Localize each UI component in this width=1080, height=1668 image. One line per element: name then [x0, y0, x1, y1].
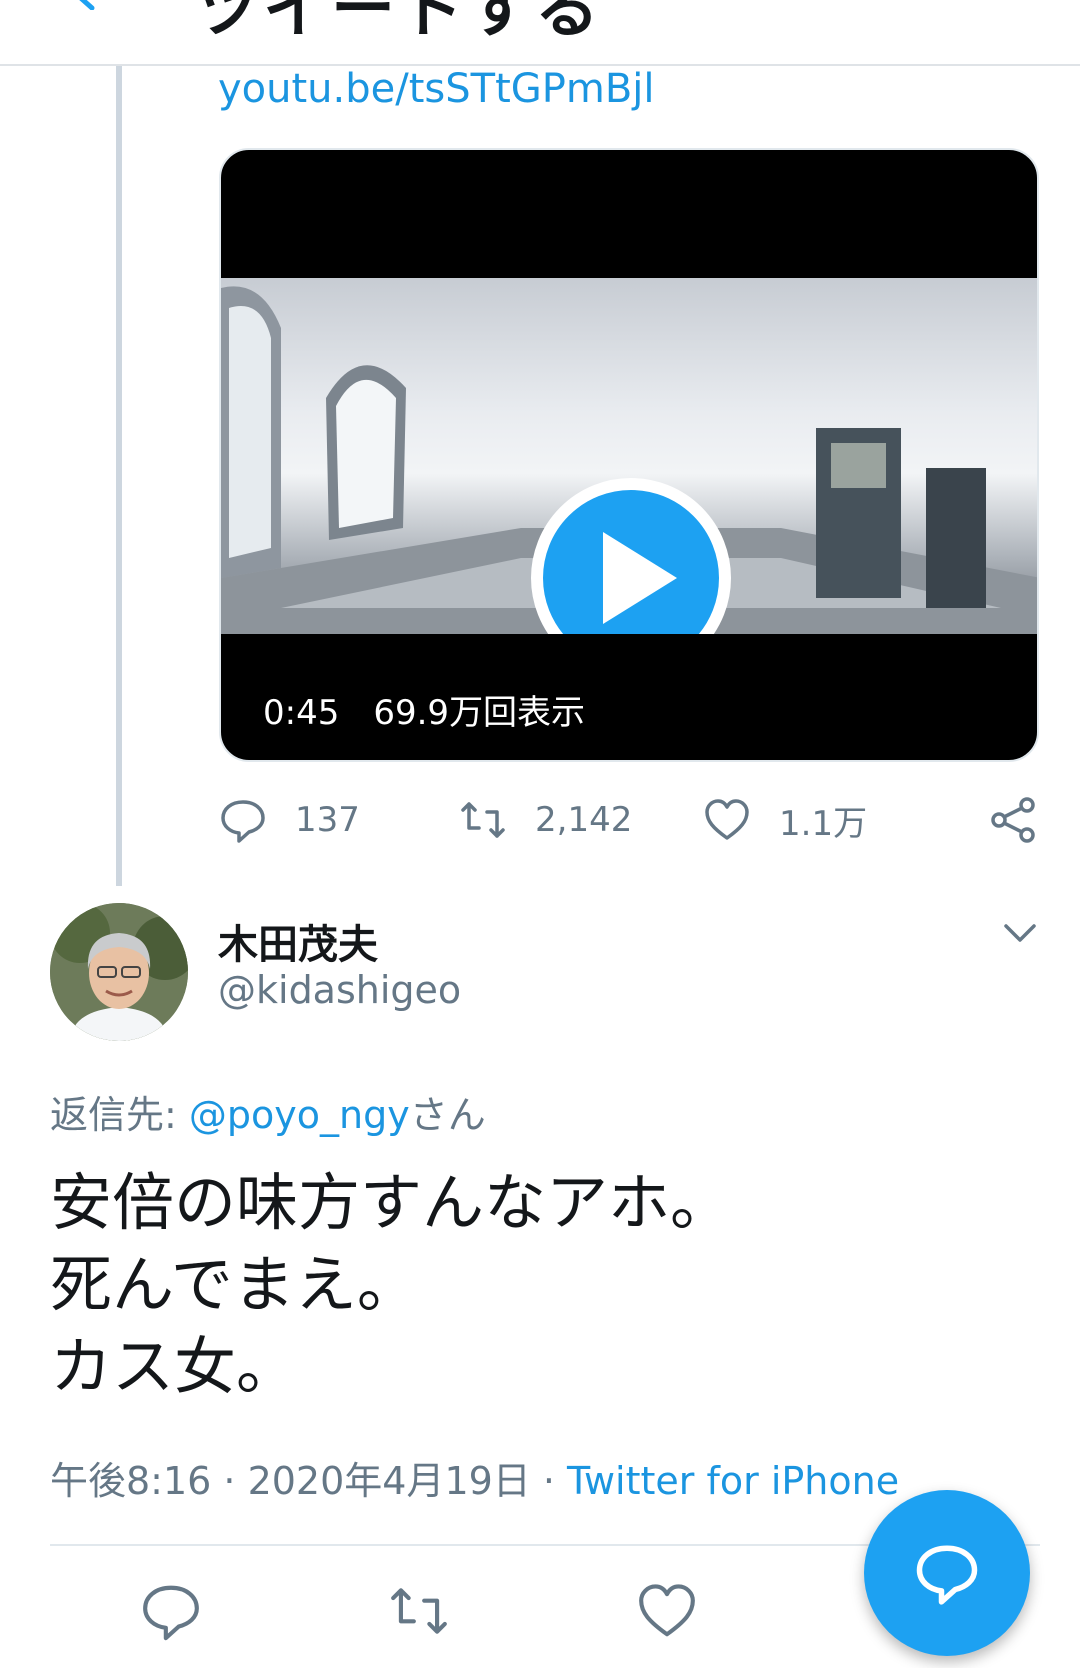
video-thumbnail [221, 278, 1037, 634]
retweet-count: 2,142 [535, 800, 633, 840]
reply-to-label: 返信先: [50, 1093, 189, 1137]
chevron-down-icon[interactable] [1000, 912, 1040, 952]
tweet-line: 死んでまえ。 [50, 1248, 419, 1321]
video-duration: 0:45 [263, 693, 340, 733]
video-view-count: 69.9万回表示 [373, 693, 586, 733]
play-icon [603, 532, 677, 624]
reply-action[interactable]: 137 [219, 790, 360, 850]
tweet-time: 午後8:16 · 2020年4月19日 · [50, 1459, 568, 1503]
tweet-source[interactable]: Twitter for iPhone [567, 1459, 899, 1503]
retweet-icon [461, 802, 505, 838]
reply-bubble-icon [916, 1545, 978, 1605]
reply-to-mention[interactable]: @poyo_ngy [189, 1093, 410, 1137]
video-player-card[interactable]: 0:45 69.9万回表示 [219, 148, 1039, 762]
tweet-timestamp: 午後8:16 · 2020年4月19日 · Twitter for iPhone [50, 1450, 899, 1505]
back-arrow-icon[interactable] [64, 0, 104, 10]
like-count: 1.1万 [779, 803, 868, 844]
video-meta: 0:45 69.9万回表示 [263, 685, 619, 734]
share-icon [991, 797, 1035, 843]
reply-to-suffix: さん [409, 1093, 486, 1137]
retweet-action[interactable]: 2,142 [459, 790, 632, 850]
heart-icon [705, 799, 749, 840]
retweet-icon[interactable] [388, 1580, 450, 1642]
replying-to: 返信先: @poyo_ngyさん [50, 1084, 486, 1139]
top-bar: ツイートする [0, 0, 1080, 66]
like-action[interactable]: 1.1万 [703, 790, 867, 850]
tweet-body: 安倍の味方すんなアホ。 死んでまえ。 カス女。 [50, 1162, 732, 1408]
reply-icon[interactable] [140, 1580, 202, 1642]
author-handle[interactable]: @kidashigeo [218, 968, 461, 1012]
avatar[interactable] [50, 903, 188, 1041]
tweet-action-row: 137 2,142 1.1万 [219, 790, 1039, 850]
share-action[interactable] [989, 790, 1065, 850]
tweet-line: カス女。 [50, 1330, 299, 1403]
reply-icon [221, 800, 265, 843]
heart-icon[interactable] [636, 1580, 698, 1642]
reply-count: 137 [295, 800, 360, 840]
page-title: ツイートする [195, 0, 603, 47]
author-name[interactable]: 木田茂夫 [218, 912, 378, 970]
youtube-link[interactable]: youtu.be/tsSTtGPmBjl [218, 66, 655, 112]
tweet-line: 安倍の味方すんなアホ。 [50, 1166, 733, 1239]
thread-connector-line [116, 66, 122, 886]
compose-reply-button[interactable] [864, 1490, 1030, 1656]
